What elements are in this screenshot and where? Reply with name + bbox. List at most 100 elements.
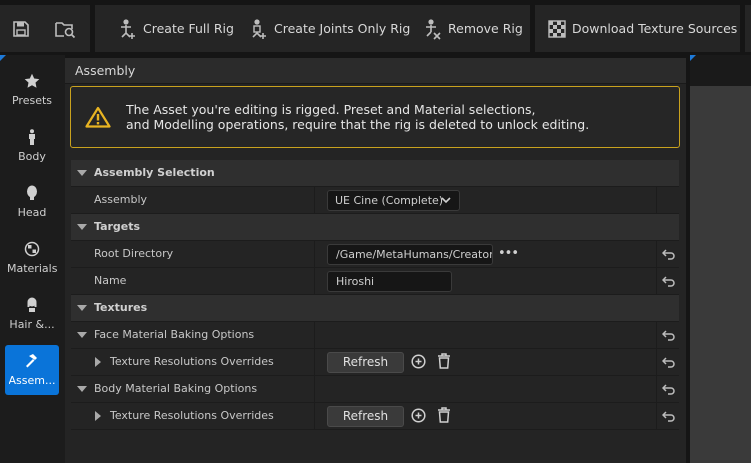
nav-label-materials: Materials [7,262,57,275]
property-label: Assembly [94,193,148,206]
create-full-rig-label: Create Full Rig [143,21,234,36]
property-row-body-baking[interactable]: Body Material Baking Options [71,376,679,403]
expand-arrow-icon [77,305,87,311]
expand-arrow-icon [77,386,87,392]
nav-item-assembly[interactable]: Assem... [5,345,59,395]
toolbar-file-group [0,5,90,52]
nav-item-materials[interactable]: Materials [5,233,59,283]
create-full-rig-button[interactable]: Create Full Rig [117,5,234,52]
property-row-assembly: Assembly UE Cine (Complete) [71,187,679,214]
browse-button[interactable] [50,5,80,52]
viewport-area [690,86,751,463]
rig-warning-banner: The Asset you're editing is rigged. Pres… [70,86,680,148]
save-icon [13,20,29,37]
property-label: Body Material Baking Options [94,382,258,395]
column-separator [314,403,315,429]
nav-label-body: Body [18,150,46,163]
joints-add-icon [252,18,266,39]
column-separator [314,322,315,348]
property-row-face-texture-overrides: Texture Resolutions Overrides Refresh [71,349,679,376]
left-nav: Presets Body Head Materials Hair &... As… [0,55,65,463]
category-targets[interactable]: Targets [71,214,679,241]
category-label: Textures [94,301,148,314]
property-row-body-texture-overrides: Texture Resolutions Overrides Refresh [71,403,679,430]
nav-item-head[interactable]: Head [5,177,59,227]
warning-icon [85,106,111,128]
nav-label-head: Head [17,206,47,219]
name-value: Hiroshi [336,275,375,288]
save-button[interactable] [6,5,36,52]
panel-header: Assembly [65,58,686,84]
viewport-corner-marker [690,55,696,61]
add-element-icon[interactable] [411,354,426,369]
column-separator [314,241,315,267]
property-label: Root Directory [94,247,174,260]
reset-to-default-icon[interactable] [662,328,676,342]
browse-directory-button[interactable]: ••• [498,247,519,260]
nav-item-hair[interactable]: Hair &... [5,289,59,339]
remove-rig-button[interactable]: Remove Rig [422,5,523,52]
toolbar-overflow [745,5,751,52]
reset-to-default-icon[interactable] [662,247,676,261]
root-directory-value: /Game/MetaHumans/Creator [336,248,493,261]
checker-texture-icon [548,19,566,38]
star-icon [24,73,40,88]
column-separator [314,268,315,294]
assembly-dropdown-value: UE Cine (Complete) [335,194,444,207]
column-separator [656,268,657,294]
nav-item-body[interactable]: Body [5,121,59,171]
materials-icon [24,241,40,257]
hair-icon [27,297,37,312]
nav-label-presets: Presets [11,94,53,107]
reset-to-default-icon[interactable] [662,382,676,396]
expand-arrow-icon [77,170,87,176]
add-element-icon[interactable] [411,408,426,423]
chevron-down-icon [441,197,451,204]
create-joints-only-rig-label: Create Joints Only Rig [274,21,411,36]
reset-to-default-icon[interactable] [662,409,676,423]
remove-rig-label: Remove Rig [448,21,523,36]
trash-icon[interactable] [437,407,451,423]
head-icon [27,185,37,200]
warning-text-line2: and Modelling operations, require that t… [126,117,590,132]
column-separator [656,403,657,429]
skeleton-remove-icon [426,18,441,40]
nav-label-hair: Hair &... [9,318,55,331]
column-separator [656,241,657,267]
category-textures[interactable]: Textures [71,295,679,322]
column-separator [656,376,657,402]
create-joints-only-rig-button[interactable]: Create Joints Only Rig [248,5,410,52]
property-row-face-baking[interactable]: Face Material Baking Options [71,322,679,349]
collapsed-arrow-icon[interactable] [95,357,101,367]
collapsed-arrow-icon[interactable] [95,411,101,421]
download-texture-sources-button[interactable]: Download Texture Sources [548,5,737,52]
name-field[interactable]: Hiroshi [327,271,452,292]
warning-text-line1: The Asset you're editing is rigged. Pres… [126,102,536,117]
column-separator [314,187,315,213]
body-icon [29,129,35,145]
download-texture-sources-label: Download Texture Sources [572,21,738,36]
column-separator [314,376,315,402]
reset-to-default-icon[interactable] [662,355,676,369]
assembly-dropdown[interactable]: UE Cine (Complete) [327,190,460,211]
nav-label-assembly: Assem... [8,374,56,387]
column-separator [656,349,657,375]
reset-to-default-icon[interactable] [662,274,676,288]
refresh-button[interactable]: Refresh [327,406,404,427]
expand-arrow-icon [77,332,87,338]
refresh-button[interactable]: Refresh [327,352,404,373]
corner-marker [0,55,6,61]
trash-icon[interactable] [437,353,451,369]
category-assembly-selection[interactable]: Assembly Selection [71,160,679,187]
root-directory-field[interactable]: /Game/MetaHumans/Creator [327,244,493,265]
toolbar-texture-group: Download Texture Sources [535,5,740,52]
page-title: Assembly [75,63,136,78]
nav-item-presets[interactable]: Presets [5,65,59,115]
toolbar: Create Full Rig Create Joints Only Rig R… [0,0,751,55]
property-label: Face Material Baking Options [94,328,255,341]
expand-arrow-icon [77,224,87,230]
category-label: Assembly Selection [94,166,215,179]
skeleton-add-icon [121,18,135,39]
viewport-header [690,55,751,86]
column-separator [656,322,657,348]
